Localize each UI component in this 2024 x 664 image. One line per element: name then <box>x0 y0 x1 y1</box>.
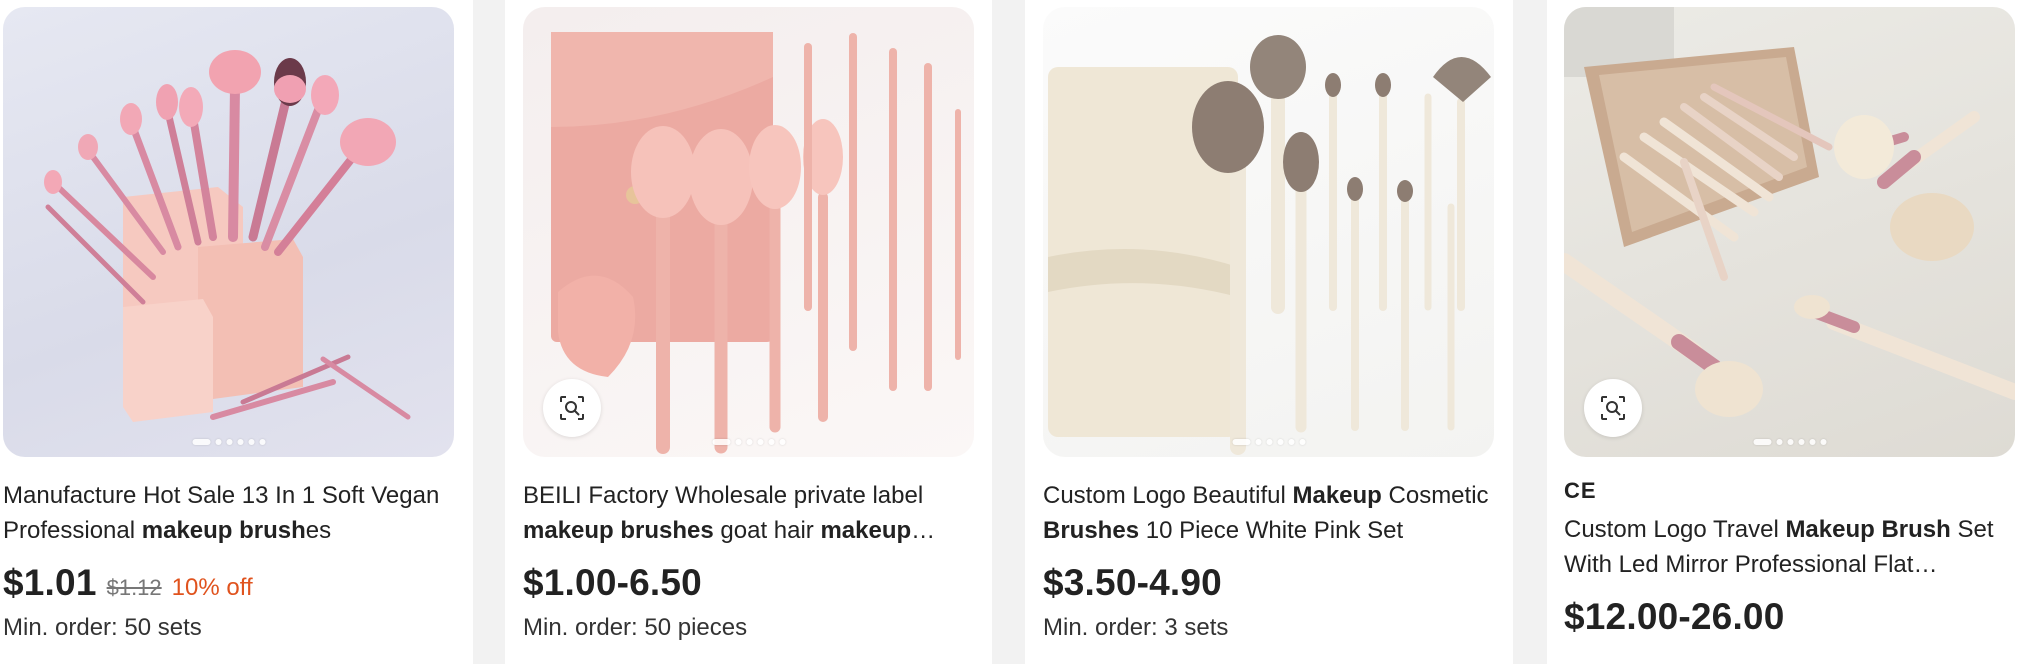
makeup-brush-set-photo <box>1048 35 1491 455</box>
product-price: $3.50-4.90 <box>1043 562 1222 603</box>
carousel-dot[interactable] <box>779 439 785 445</box>
title-keyword: makeup brush <box>141 517 306 544</box>
carousel-dot[interactable] <box>1255 439 1261 445</box>
carousel-dot[interactable] <box>1820 439 1826 445</box>
carousel-dot[interactable] <box>746 439 752 445</box>
carousel-dot[interactable] <box>237 439 243 445</box>
carousel-dot[interactable] <box>1288 439 1294 445</box>
image-carousel-dots[interactable] <box>1232 439 1305 445</box>
carousel-dot[interactable] <box>1277 439 1283 445</box>
carousel-dot[interactable] <box>735 439 741 445</box>
carousel-dot[interactable] <box>757 439 763 445</box>
ce-certification-badge: CE <box>1564 478 1597 503</box>
product-price: $12.00-26.00 <box>1564 596 1785 637</box>
makeup-brush-set-photo <box>44 50 411 422</box>
image-carousel-dots[interactable] <box>192 439 265 445</box>
title-text: Custom Logo Travel <box>1564 516 1786 543</box>
carousel-dot[interactable] <box>1787 439 1793 445</box>
carousel-dot[interactable] <box>712 439 730 445</box>
title-text: 10 Piece White Pink Set <box>1139 517 1404 544</box>
product-image[interactable] <box>3 7 454 457</box>
product-card[interactable]: Manufacture Hot Sale 13 In 1 Soft Vegan … <box>0 0 473 664</box>
title-keyword: Makeup Brush <box>1785 516 1951 543</box>
product-title[interactable]: Manufacture Hot Sale 13 In 1 Soft Vegan … <box>3 478 463 548</box>
product-title[interactable]: Custom Logo Beautiful Makeup Cosmetic Br… <box>1043 478 1503 548</box>
image-search-button[interactable] <box>543 379 601 437</box>
carousel-dot[interactable] <box>1798 439 1804 445</box>
carousel-dot[interactable] <box>768 439 774 445</box>
title-keyword: Brushes <box>1043 517 1140 544</box>
product-image[interactable] <box>1564 7 2015 457</box>
title-text: goat hair <box>713 517 821 544</box>
min-order: Min. order: 3 sets <box>1043 614 1229 641</box>
product-title[interactable]: Custom Logo Travel Makeup Brush Set With… <box>1564 512 2014 582</box>
image-search-icon <box>1601 396 1625 420</box>
product-card[interactable]: Custom Logo Beautiful Makeup Cosmetic Br… <box>1025 0 1513 664</box>
carousel-dot[interactable] <box>248 439 254 445</box>
carousel-dot[interactable] <box>192 439 210 445</box>
carousel-dot[interactable] <box>1299 439 1305 445</box>
carousel-dot[interactable] <box>1232 439 1250 445</box>
title-text: BEILI Factory Wholesale private label <box>523 482 924 509</box>
original-price: $1.12 <box>106 575 162 600</box>
image-carousel-dots[interactable] <box>1753 439 1826 445</box>
product-price: $1.01 <box>3 562 97 603</box>
title-keyword: Makeup <box>1292 482 1382 509</box>
carousel-dot[interactable] <box>1753 439 1771 445</box>
product-image[interactable] <box>523 7 974 457</box>
title-text: Custom Logo Beautiful <box>1043 482 1293 509</box>
discount-badge: 10% off <box>171 574 253 601</box>
title-keyword: makeup brushes <box>523 517 714 544</box>
carousel-dot[interactable] <box>1266 439 1272 445</box>
carousel-dot[interactable] <box>226 439 232 445</box>
carousel-dot[interactable] <box>215 439 221 445</box>
image-search-icon <box>560 396 584 420</box>
image-search-button[interactable] <box>1584 379 1642 437</box>
product-title[interactable]: BEILI Factory Wholesale private label ma… <box>523 478 982 548</box>
min-order: Min. order: 50 sets <box>3 614 202 641</box>
product-card[interactable]: CE Custom Logo Travel Makeup Brush Set W… <box>1547 0 2024 664</box>
image-carousel-dots[interactable] <box>712 439 785 445</box>
carousel-dot[interactable] <box>1809 439 1815 445</box>
product-card[interactable]: BEILI Factory Wholesale private label ma… <box>505 0 992 664</box>
product-price: $1.00-6.50 <box>523 562 702 603</box>
carousel-dot[interactable] <box>259 439 265 445</box>
title-text: es <box>305 517 332 544</box>
min-order: Min. order: 50 pieces <box>523 614 748 641</box>
carousel-dot[interactable] <box>1776 439 1782 445</box>
product-image[interactable] <box>1043 7 1494 457</box>
title-text: Cosmetic <box>1381 482 1489 509</box>
